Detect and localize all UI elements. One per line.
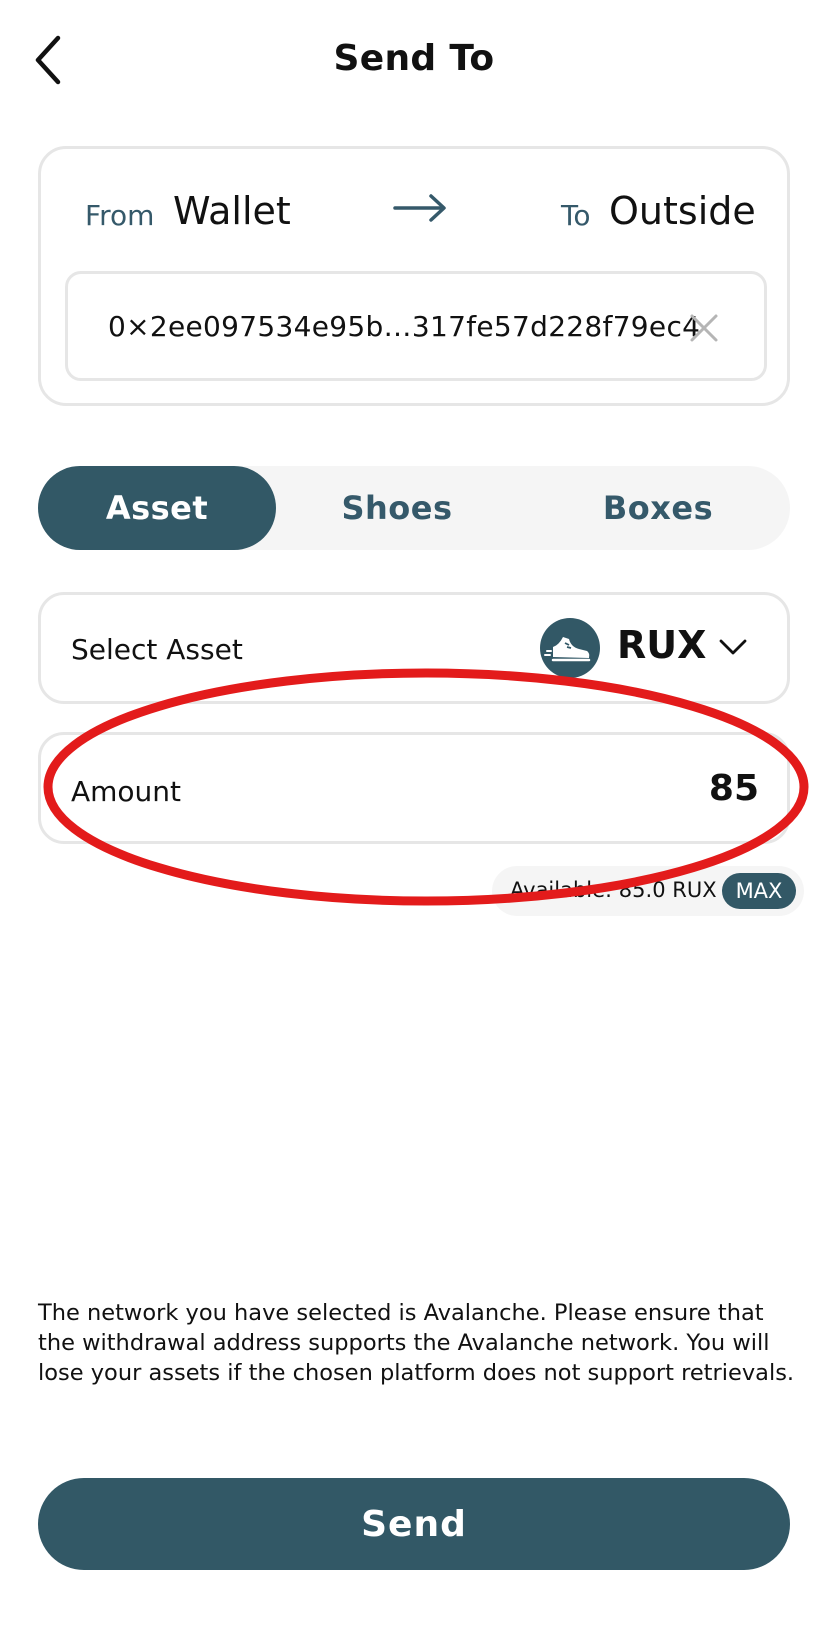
from-value: Wallet — [173, 189, 291, 233]
select-asset-label: Select Asset — [71, 633, 243, 666]
tab-shoes[interactable]: Shoes — [322, 466, 472, 550]
transfer-route: From Wallet To Outside — [41, 179, 787, 239]
chevron-down-icon — [719, 639, 747, 655]
to-value: Outside — [609, 189, 756, 233]
arrow-right-icon — [393, 194, 446, 222]
amount-input[interactable] — [559, 763, 759, 813]
to-label: To — [561, 199, 591, 232]
send-to-screen: Send To From Wallet To Outside 0×2ee0975… — [0, 0, 828, 1648]
sneaker-icon — [540, 618, 600, 678]
amount-field-container: Amount — [38, 732, 790, 844]
page-title: Send To — [333, 38, 495, 79]
available-text: Available: 85.0 RUX — [510, 878, 717, 902]
amount-label: Amount — [71, 775, 182, 808]
network-warning: The network you have selected is Avalanc… — [38, 1300, 795, 1386]
close-icon[interactable] — [688, 312, 720, 344]
tab-boxes[interactable]: Boxes — [578, 466, 738, 550]
category-tabs: Asset Shoes Boxes — [38, 466, 790, 550]
address-field[interactable]: 0×2ee097534e95b…317fe57d228f79ec4 — [65, 271, 767, 381]
available-balance: Available: 85.0 RUX MAX — [492, 866, 804, 916]
max-button[interactable]: MAX — [722, 873, 796, 909]
address-value: 0×2ee097534e95b…317fe57d228f79ec4 — [108, 310, 701, 343]
tab-asset[interactable]: Asset — [38, 466, 276, 550]
send-button[interactable]: Send — [38, 1478, 790, 1570]
transfer-card: From Wallet To Outside 0×2ee097534e95b…3… — [38, 146, 790, 406]
selected-token: RUX — [617, 623, 707, 667]
from-label: From — [85, 199, 155, 232]
asset-selector[interactable]: Select Asset RUX — [38, 592, 790, 704]
